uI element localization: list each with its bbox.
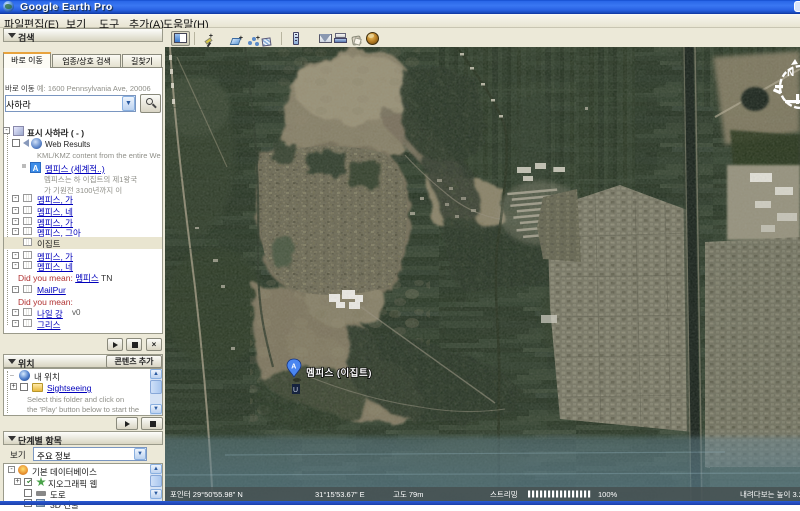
svg-text:31°15'53.67" E: 31°15'53.67" E [315,490,365,499]
svg-text:내려다보는 높이 3.2: 내려다보는 높이 3.2 [740,489,800,499]
svg-text:N: N [787,68,794,79]
svg-text:스트리밍: 스트리밍 [490,489,518,499]
svg-text:A: A [291,364,296,371]
svg-text:멤피스 (이집트): 멤피스 (이집트) [306,367,372,379]
svg-text:U: U [293,387,298,394]
svg-text:고도 79m: 고도 79m [393,490,423,499]
svg-text:100%: 100% [598,490,618,499]
svg-text:포인터 29°50'55.98" N: 포인터 29°50'55.98" N [170,489,243,499]
